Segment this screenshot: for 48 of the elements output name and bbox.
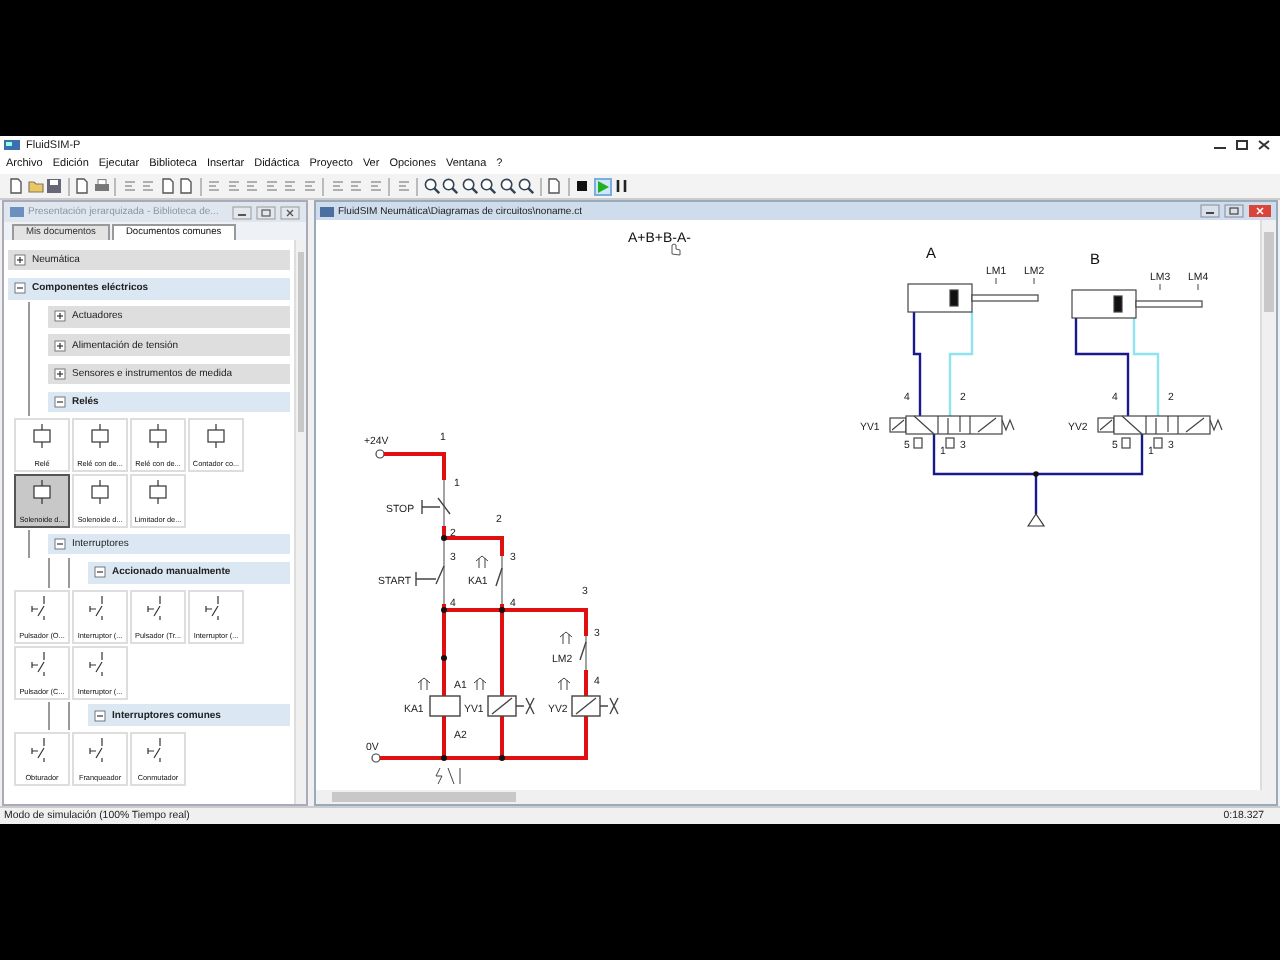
close-icon[interactable] [1256,138,1272,152]
document-icon [320,205,334,217]
maximize-icon[interactable] [1234,138,1250,152]
save-icon[interactable] [46,178,62,194]
zoom-out-icon[interactable] [480,178,496,194]
relay-coil-icon [144,480,172,505]
stop-icon[interactable] [574,178,590,194]
minimize-icon[interactable] [232,205,252,219]
collapse-icon[interactable] [94,709,106,722]
zoom-icon[interactable] [499,178,515,194]
relay-coil-icon [144,424,172,449]
relay-coil-icon [86,424,114,449]
relay-coil-icon [28,480,56,505]
app-icon [4,138,20,152]
new-file-icon[interactable] [8,178,24,194]
hand-cursor-icon [671,243,681,256]
scrollbar[interactable] [294,240,306,804]
reference-arrow-icon [557,677,571,691]
collapse-icon[interactable] [54,538,66,551]
collapse-icon[interactable] [14,282,26,295]
relay-coil-icon [86,480,114,505]
scrollbar[interactable] [1260,220,1276,790]
relay-coil-icon [28,424,56,449]
reference-arrow-icon [559,631,573,645]
zoom-icon[interactable] [518,178,534,194]
relay-coil-icon [202,424,230,449]
open-folder-icon[interactable] [27,178,43,194]
collapse-icon[interactable] [94,566,106,579]
app-icon [10,206,24,218]
expand-icon[interactable] [54,367,66,380]
properties-icon[interactable] [546,178,562,194]
collapse-icon[interactable] [54,396,66,409]
print-icon[interactable] [93,178,109,194]
reference-arrow-icon [473,677,487,691]
zoom-icon[interactable] [423,178,439,194]
print-preview-icon[interactable] [74,178,90,194]
pause-icon[interactable] [614,178,630,194]
expand-icon[interactable] [14,254,26,267]
scrollbar[interactable] [316,790,1276,804]
expand-icon[interactable] [54,310,66,323]
reference-arrow-icon [475,555,489,569]
copy-icon[interactable] [159,178,175,194]
zoom-icon[interactable] [461,178,477,194]
minimize-icon[interactable] [1200,204,1220,218]
expand-icon[interactable] [54,339,66,352]
zoom-in-icon[interactable] [442,178,458,194]
reference-arrow-icon [417,677,431,691]
close-icon[interactable] [280,205,300,219]
